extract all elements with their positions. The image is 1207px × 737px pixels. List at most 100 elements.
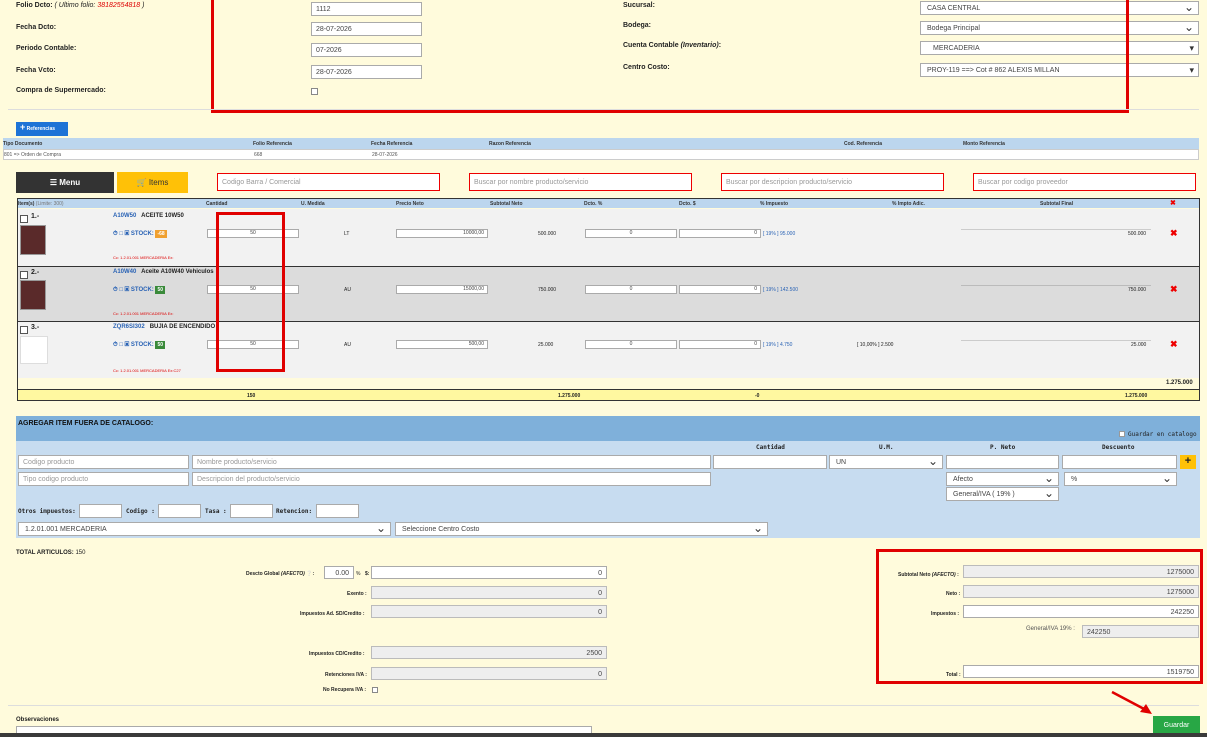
footer-dcto: -0 — [755, 393, 760, 399]
fc-cantidad-input[interactable] — [713, 455, 827, 469]
chevron-down-icon: ⌄ — [1043, 487, 1054, 500]
ref-fecha: 28-07-2026 — [372, 152, 398, 158]
col-impto-adic: % Impto Adic. — [892, 201, 925, 207]
remove-row-icon[interactable]: ✖ — [1170, 284, 1178, 295]
bottom-bar — [0, 733, 1207, 737]
fc-tipo-input[interactable]: Tipo codigo producto — [18, 472, 189, 486]
help-icon[interactable]: ❔ — [306, 571, 312, 577]
row-number: 1.- — [31, 213, 40, 220]
history-icon[interactable]: ⏱ — [113, 287, 118, 293]
tasa-label: Tasa : — [205, 508, 227, 515]
table-row: 3.- ZQR6SI302 BUJIA DE ENCENDIDO ⏱ □ ▣ S… — [18, 322, 1199, 378]
product-title[interactable]: A10W50 ACEITE 10W50 — [113, 213, 184, 219]
dpct-input[interactable]: 0 — [585, 285, 677, 294]
fc-centro-select[interactable]: Seleccione Centro Costo ⌄ — [395, 522, 768, 536]
unit-text: AU — [344, 287, 351, 293]
history-icon[interactable]: ⏱ — [113, 231, 118, 237]
subtotal-text: 750.000 — [538, 287, 557, 293]
row-checkbox[interactable] — [20, 326, 28, 334]
impad-value: 0 — [371, 605, 607, 618]
items-footer: 150 1.275.000 -0 1.275.000 — [18, 389, 1199, 400]
fuera-catalogo-title: AGREGAR ITEM FUERA DE CATALOGO: — [18, 420, 154, 427]
search-name-input[interactable]: Buscar por nombre producto/servicio — [469, 173, 692, 191]
col-fc-cantidad: Cantidad — [756, 444, 785, 451]
codigo-input[interactable] — [158, 504, 201, 518]
fc-pct-select[interactable]: % ⌄ — [1064, 472, 1177, 486]
price-input[interactable]: 10000,00 — [396, 229, 488, 238]
fc-um-select[interactable]: UN ⌄ — [829, 455, 943, 469]
price-input[interactable]: 15000,00 — [396, 285, 488, 294]
col-cantidad: Cantidad — [206, 201, 228, 207]
fecha-label: Fecha Dcto: — [16, 24, 57, 31]
no-recupera-checkbox[interactable] — [372, 687, 378, 693]
tax-text: [ 19% ] 142.500 — [763, 287, 799, 293]
account-text: Cc: 1.2.01.001 MERCADERIA Ex:C27 — [113, 368, 181, 373]
caret-down-icon: ▾ — [1189, 65, 1194, 75]
tax-text: [ 19% ] 4.750 — [763, 342, 793, 348]
subtotal-text: 500.000 — [538, 231, 557, 237]
header-highlight-box — [211, 0, 1129, 113]
price-input[interactable]: 500,00 — [396, 340, 488, 349]
dollar-sign: $: — [365, 571, 370, 577]
search-desc-input[interactable]: Buscar por descripcion producto/servicio — [721, 173, 944, 191]
folder-icon[interactable]: □ — [119, 287, 123, 293]
row-number: 2.- — [31, 269, 40, 276]
guardar-catalogo-label: Guardar en catalogo — [1128, 431, 1197, 438]
remove-all-icon[interactable]: ✖ — [1170, 199, 1176, 207]
damt-input[interactable]: 0 — [679, 340, 761, 349]
descto-pct-input[interactable]: 0.00 — [324, 566, 354, 579]
search-prov-input[interactable]: Buscar por codigo proveedor — [973, 173, 1196, 191]
fc-descuento-input[interactable] — [1062, 455, 1177, 469]
fc-desc-input[interactable]: Descripcion del producto/servicio — [192, 472, 711, 486]
damt-input[interactable]: 0 — [679, 285, 761, 294]
stock-info: ⏱ □ ▣ STOCK: 50 — [113, 286, 166, 294]
col-dcto-amt: Dcto. $ — [679, 201, 696, 207]
col-umedida: U. Medida — [301, 201, 325, 207]
fc-codigo-input[interactable]: Codigo producto — [18, 455, 189, 469]
final-text: 25.000 — [1131, 342, 1147, 348]
folder-icon[interactable]: □ — [119, 231, 123, 237]
retenciones-label: Retenciones IVA : — [325, 672, 367, 678]
row-checkbox[interactable] — [20, 215, 28, 223]
items-button[interactable]: 🛒 Items — [117, 172, 188, 193]
product-title[interactable]: A10W40 Aceite A10W40 Vehiculos — [113, 269, 214, 275]
fuera-catalogo-header — [16, 416, 1200, 441]
search-barcode-input[interactable]: Codigo Barra / Comercial — [217, 173, 440, 191]
row-checkbox[interactable] — [20, 271, 28, 279]
save-icon[interactable]: ▣ — [125, 342, 130, 348]
folder-icon[interactable]: □ — [119, 342, 123, 348]
stock-badge: 50 — [155, 286, 166, 294]
stock-info: ⏱ □ ▣ STOCK: -68 — [113, 230, 167, 238]
fc-pneto-input[interactable] — [946, 455, 1059, 469]
fc-nombre-input[interactable]: Nombre producto/servicio — [192, 455, 711, 469]
product-title[interactable]: ZQR6SI302 BUJIA DE ENCENDIDO — [113, 324, 215, 330]
save-icon[interactable]: ▣ — [125, 287, 130, 293]
col-fc-descuento: Descuento — [1102, 444, 1135, 451]
fc-cuenta-select[interactable]: 1.2.01.001 MERCADERIA ⌄ — [18, 522, 391, 536]
folio-label: Folio Dcto: ( Ultimo folio: 38182554818 … — [16, 2, 145, 9]
fc-afecto-select[interactable]: Afecto ⌄ — [946, 472, 1059, 486]
product-thumbnail — [20, 280, 46, 310]
add-item-button[interactable]: + — [1180, 455, 1196, 469]
otros-impuestos-input[interactable] — [79, 504, 122, 518]
remove-row-icon[interactable]: ✖ — [1170, 228, 1178, 239]
save-icon[interactable]: ▣ — [125, 231, 130, 237]
descto-amount-input[interactable]: 0 — [371, 566, 607, 579]
items-header: Item(s) (Limite: 300) Cantidad U. Medida… — [18, 199, 1199, 208]
retencion-input[interactable] — [316, 504, 359, 518]
taxadic-text: [ 10,00% ] 2.500 — [857, 342, 894, 348]
arrow-annotation-icon — [1111, 690, 1152, 714]
history-icon[interactable]: ⏱ — [113, 342, 118, 348]
chevron-down-icon: ⌄ — [752, 522, 763, 535]
fc-iva-select[interactable]: General/IVA ( 19% ) ⌄ — [946, 487, 1059, 501]
referencias-button[interactable]: + Referencias — [16, 122, 68, 136]
cart-icon: 🛒 — [136, 178, 147, 187]
tasa-input[interactable] — [230, 504, 273, 518]
tax-text: [ 19% ] 95.000 — [763, 231, 796, 237]
damt-input[interactable]: 0 — [679, 229, 761, 238]
dpct-input[interactable]: 0 — [585, 340, 677, 349]
remove-row-icon[interactable]: ✖ — [1170, 339, 1178, 350]
menu-button[interactable]: ☰ Menu — [16, 172, 114, 193]
dpct-input[interactable]: 0 — [585, 229, 677, 238]
guardar-catalogo-checkbox[interactable] — [1119, 431, 1125, 437]
